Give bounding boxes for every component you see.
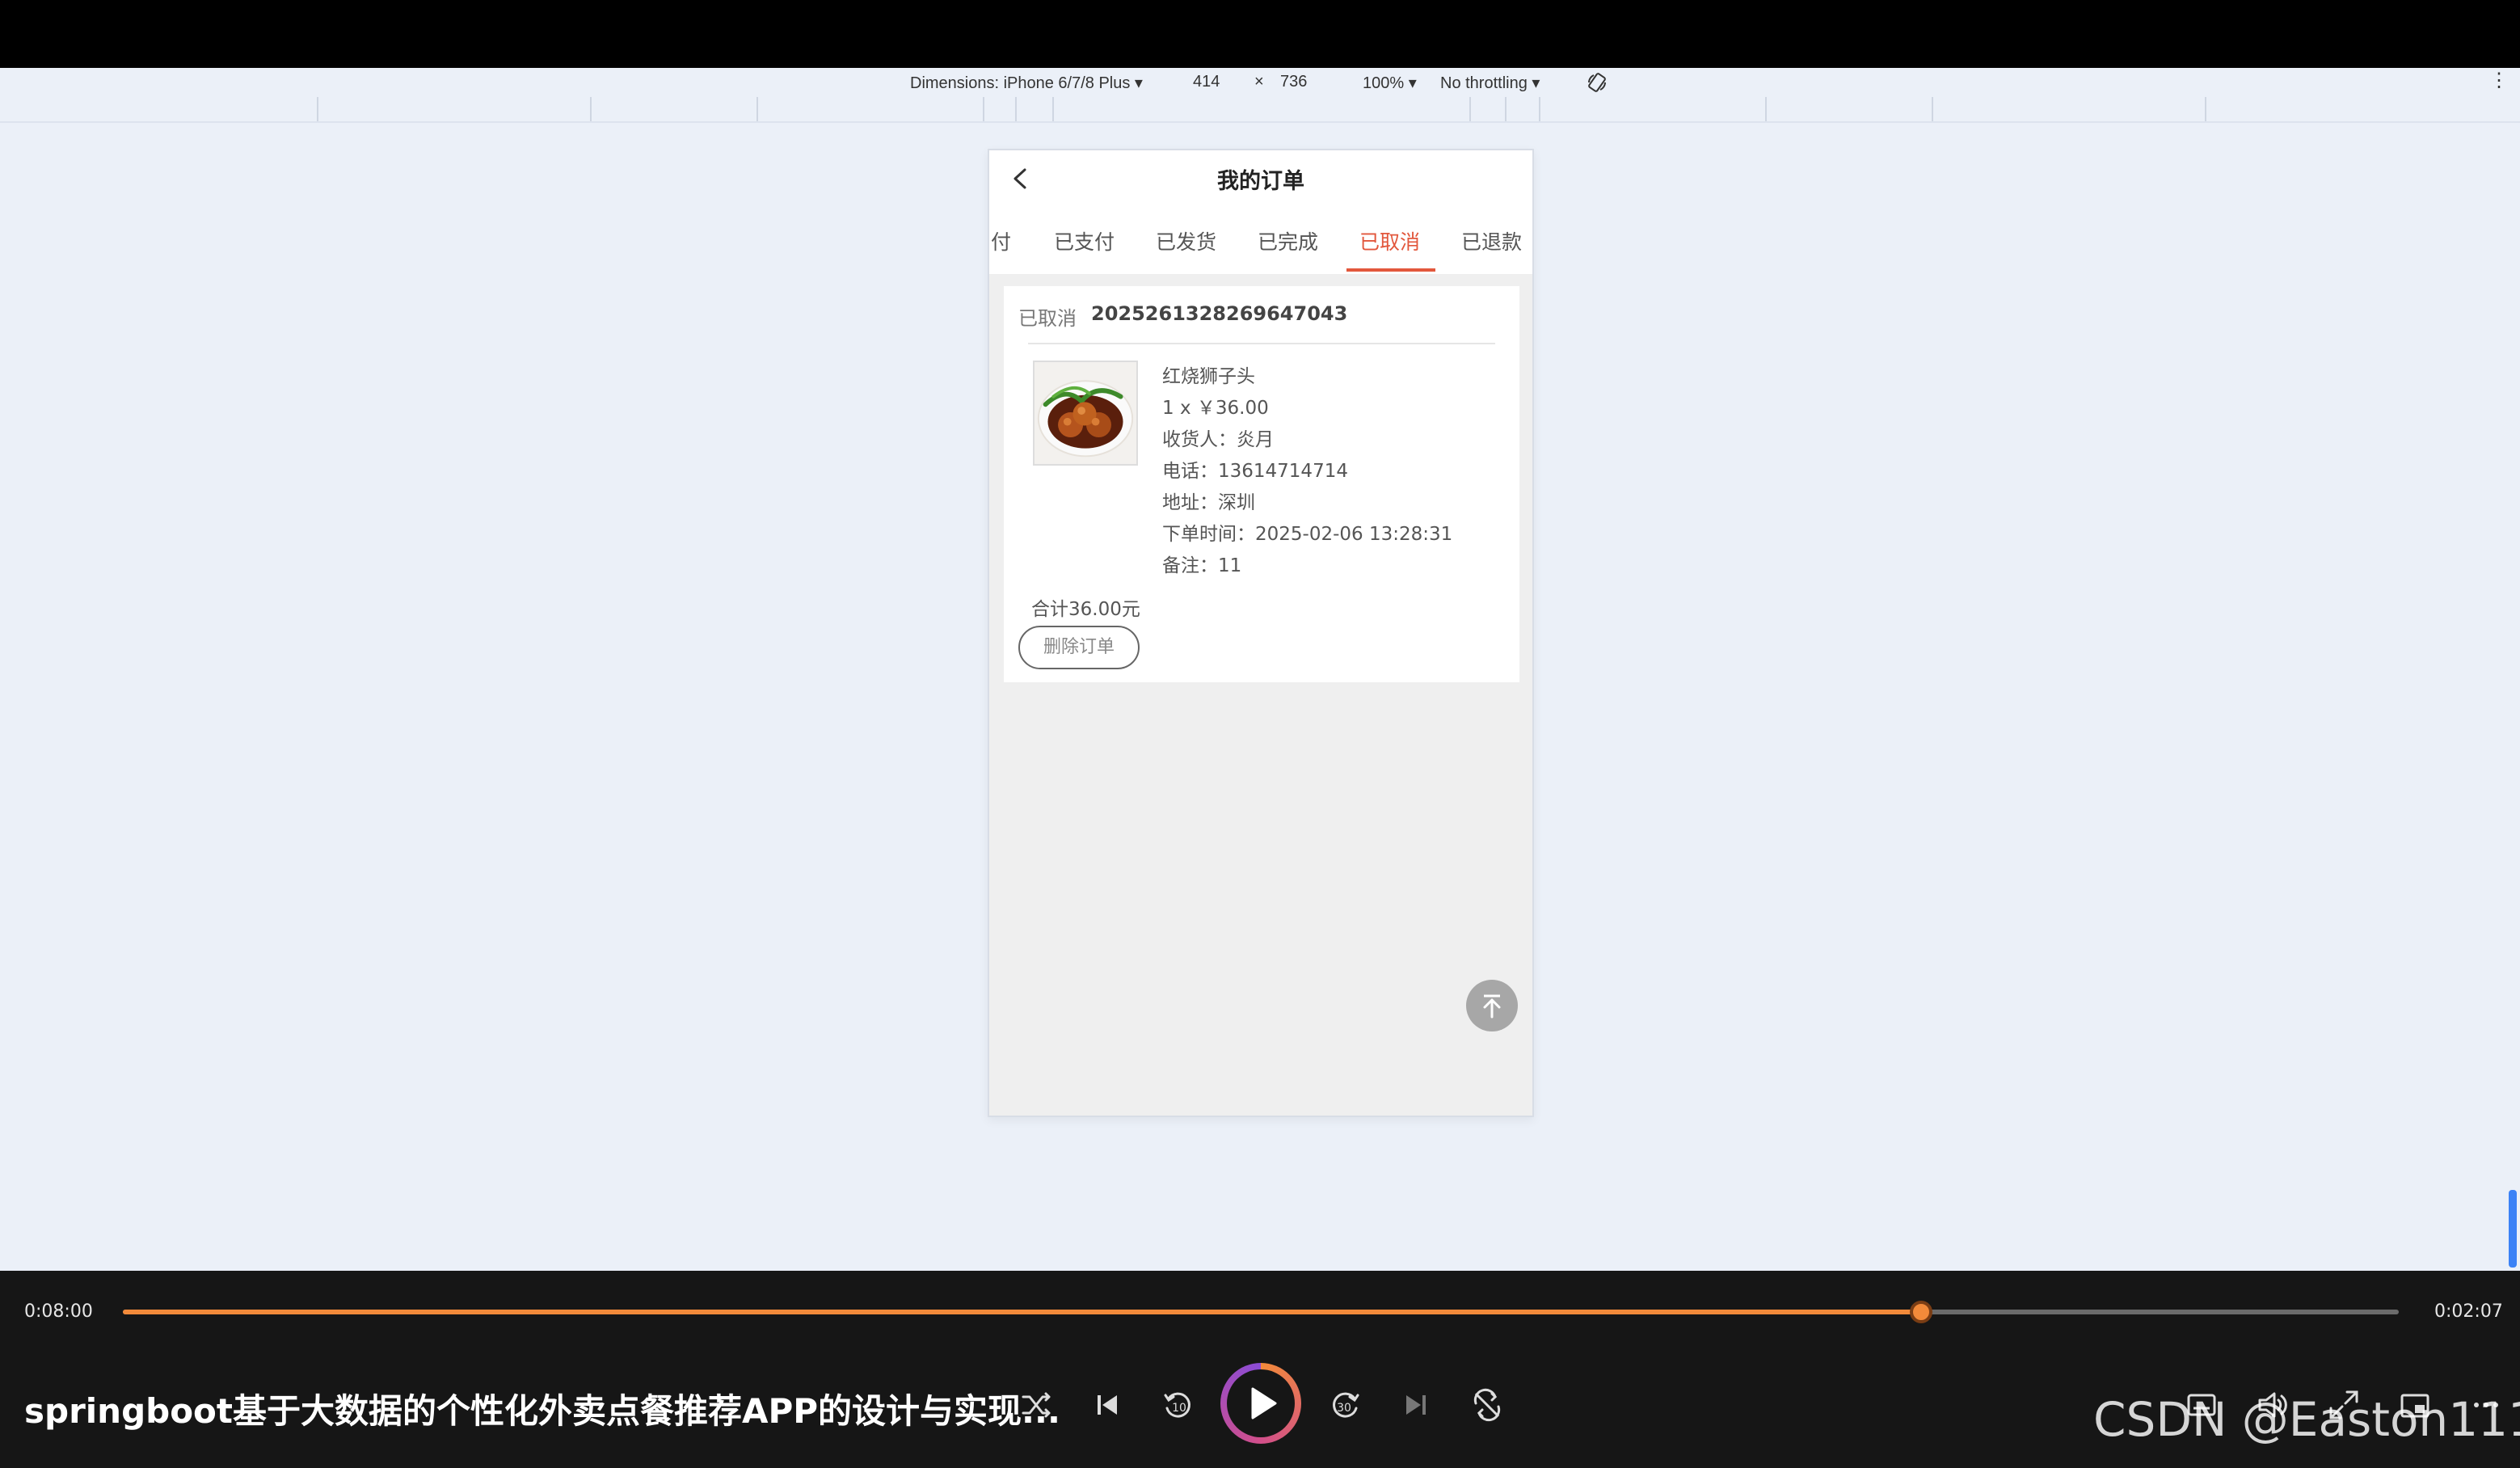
address: 地址：深圳: [1162, 492, 1255, 513]
play-icon: [1251, 1387, 1277, 1419]
elapsed-time: 0:08:00: [24, 1301, 93, 1322]
screen: Dimensions: iPhone 6/7/8 Plus ▾ 414 × 73…: [0, 0, 2520, 1468]
page-title: 我的订单: [1217, 169, 1304, 194]
tab-unpaid[interactable]: 付: [991, 226, 1011, 255]
dimension-separator: ×: [1254, 73, 1264, 91]
seek-bar-progress: [123, 1310, 1921, 1314]
dish-name: 红烧狮子头: [1162, 366, 1255, 387]
mobile-viewport: 我的订单 付 已支付 已发货 已完成 已取消 已退款 已取消 202526132…: [988, 149, 1534, 1117]
viewport-area: 我的订单 付 已支付 已发货 已完成 已取消 已退款 已取消 202526132…: [0, 123, 2520, 1271]
tab-shipped[interactable]: 已发货: [1156, 226, 1216, 255]
devtools-device-toolbar: Dimensions: iPhone 6/7/8 Plus ▾ 414 × 73…: [0, 68, 2520, 97]
media-query-ruler: [0, 97, 2520, 123]
next-icon[interactable]: [1397, 1386, 1435, 1424]
tab-refunded[interactable]: 已退款: [1461, 226, 1522, 255]
repeat-icon[interactable]: [1468, 1386, 1507, 1424]
tab-completed[interactable]: 已完成: [1258, 226, 1318, 255]
order-note: 备注：11: [1162, 555, 1242, 576]
divider: [1028, 343, 1495, 344]
more-options-icon[interactable]: ⋮: [2489, 71, 2509, 91]
viewport-width-input[interactable]: 414: [1193, 73, 1220, 91]
seek-bar-knob[interactable]: [1909, 1301, 1932, 1323]
order-number: 2025261328269647043: [1091, 302, 1348, 325]
video-player-controls: 0:08:00 0:02:07 springboot基于大数据的个性化外卖点餐推…: [0, 1271, 2520, 1468]
order-total: 合计36.00元: [1031, 599, 1140, 620]
previous-icon[interactable]: [1088, 1386, 1127, 1424]
order-time: 下单时间：2025-02-06 13:28:31: [1162, 524, 1453, 545]
rewind-icon[interactable]: 10: [1159, 1386, 1198, 1424]
phone: 电话：13614714714: [1162, 461, 1348, 482]
csdn-watermark: CSDN @Easton111: [2093, 1392, 2520, 1447]
remaining-time: 0:02:07: [2434, 1301, 2503, 1322]
device-dimensions-select[interactable]: Dimensions: iPhone 6/7/8 Plus ▾: [910, 73, 1143, 93]
play-button[interactable]: [1220, 1363, 1301, 1444]
viewport-height-input[interactable]: 736: [1280, 73, 1307, 91]
receiver: 收货人：炎月: [1162, 429, 1274, 450]
delete-order-button[interactable]: 删除订单: [1018, 626, 1140, 669]
seek-bar[interactable]: [123, 1301, 2399, 1323]
video-title: springboot基于大数据的个性化外卖点餐推荐APP的设计与实现...: [24, 1391, 1060, 1431]
order-card: 已取消 2025261328269647043 红烧狮子头 1 x ￥36.00…: [1004, 286, 1519, 682]
nav-bar: 我的订单: [989, 150, 1532, 207]
tab-cancelled[interactable]: 已取消: [1359, 226, 1420, 255]
shuffle-icon[interactable]: [1017, 1386, 1056, 1424]
scroll-handle[interactable]: [2509, 1190, 2517, 1268]
active-tab-indicator: [1346, 268, 1435, 272]
arrow-up-icon: [1483, 994, 1501, 1019]
rotate-icon[interactable]: [1586, 71, 1608, 94]
tab-paid[interactable]: 已支付: [1054, 226, 1115, 255]
order-status: 已取消: [1018, 307, 1077, 330]
dish-image[interactable]: [1033, 361, 1138, 466]
rewind-seconds: 10: [1172, 1402, 1186, 1415]
forward-seconds: 30: [1337, 1402, 1351, 1415]
top-black-strip: [0, 0, 2520, 68]
zoom-select[interactable]: 100% ▾: [1363, 73, 1417, 93]
back-to-top-button[interactable]: [1466, 980, 1518, 1031]
order-status-tabs: 付 已支付 已发货 已完成 已取消 已退款: [989, 207, 1532, 275]
fast-forward-icon[interactable]: 30: [1325, 1386, 1364, 1424]
throttling-select[interactable]: No throttling ▾: [1440, 73, 1540, 93]
quantity-price: 1 x ￥36.00: [1162, 398, 1269, 419]
